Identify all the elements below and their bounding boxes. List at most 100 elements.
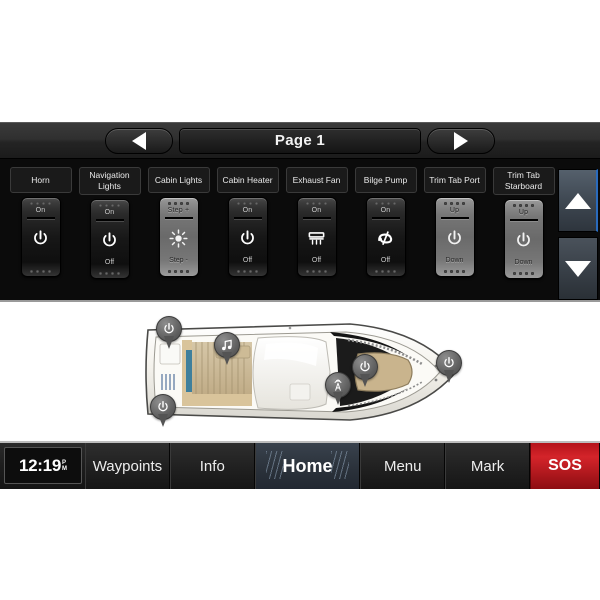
switch-column-trim-tab-starboard: Trim Tab Starboard Up Down [489,167,558,300]
switch-function-icon [93,221,127,259]
nav-button-label: Mark [470,457,505,475]
power-icon [158,401,168,412]
led-row-bottom [237,270,258,273]
nav-button-label: SOS [548,457,582,474]
scroll-down-button[interactable] [558,237,598,300]
rocker-switch-cabin-heater[interactable]: On Off [227,197,268,277]
nav-button-mark[interactable]: Mark [445,443,531,489]
power-icon [517,231,530,246]
rocker-switch-horn[interactable]: On [20,197,61,277]
marine-display-screen: Page 1 Horn On Navigation Lights On Off … [0,0,600,600]
led-row-bottom [306,270,327,273]
switch-function-icon [231,219,265,257]
led-row [237,202,258,205]
triangle-right-icon [454,131,468,150]
pin-tail [360,374,370,387]
boat-top-down-diagram[interactable] [140,316,462,428]
clock-meridiem-bottom: M [61,465,67,472]
nav-button-waypoints[interactable]: Waypoints [85,443,170,489]
nav-button-info[interactable]: Info [169,443,255,489]
switch-column-cabin-lights: Cabin Lights Step + Step - [144,167,213,300]
bottom-navigation-bar: 12:19 P M Waypoints Info Home Menu Mark … [0,441,600,489]
clock-meridiem: P M [62,460,67,472]
boat-diagram-area [0,300,600,440]
switch-column-cabin-heater: Cabin Heater On Off [213,167,282,300]
switch-name-label: Horn [9,167,72,193]
switch-name-label: Exhaust Fan [285,167,348,193]
power-icon [34,229,47,244]
scroll-up-button[interactable] [558,169,598,232]
led-row [99,204,120,207]
switch-name-label: Navigation Lights [78,167,141,195]
switch-bottom-label: Off [380,257,391,264]
nav-button-group: Waypoints Info Home Menu Mark SOS [85,443,600,489]
switch-top-label: On [311,207,322,214]
pin-tail [444,370,454,383]
rocker-switch-exhaust-fan[interactable]: On Off [296,197,337,277]
page-label[interactable]: Page 1 [179,127,421,154]
pin-tail [164,336,174,349]
led-row-bottom [99,272,120,275]
rocker-switch-trim-tab-starboard[interactable]: Up Down [503,199,544,279]
nav-button-label: Home [282,455,333,476]
switch-function-icon [438,219,472,257]
led-row-bottom [444,270,465,273]
switch-bottom-label: Step - [169,257,188,264]
switch-column-list: Horn On Navigation Lights On Off Cabin L… [6,167,558,300]
led-row [513,204,534,207]
nav-button-home[interactable]: Home [254,443,361,489]
switch-panel: Horn On Navigation Lights On Off Cabin L… [0,158,600,300]
pin-aft-power[interactable] [150,394,176,427]
switch-name-label: Cabin Heater [216,167,279,193]
switch-name-label: Trim Tab Starboard [492,167,555,195]
clock-display[interactable]: 12:19 P M [4,447,82,484]
led-row-bottom [168,270,189,273]
switch-function-icon [507,221,541,259]
rocker-switch-navigation-lights[interactable]: On Off [89,199,130,279]
power-icon [241,229,254,244]
switch-bottom-label: Off [104,259,115,266]
vent-fan-icon [308,231,325,245]
switch-bottom-label: Down [445,257,464,264]
bottom-blank-margin [0,489,600,599]
switch-top-label: Up [518,209,529,216]
nav-button-menu[interactable]: Menu [360,443,446,489]
led-row-bottom [30,270,51,273]
switch-column-navigation-lights: Navigation Lights On Off [75,167,144,300]
rocker-switch-trim-tab-port[interactable]: Up Down [434,197,475,277]
pin-bow-area-power[interactable] [156,316,182,349]
switch-name-label: Trim Tab Port [423,167,486,193]
nav-button-label: Waypoints [92,457,163,475]
previous-page-button[interactable] [105,127,173,154]
pin-cockpit-power[interactable] [352,354,378,387]
pin-stereo-music[interactable] [214,332,240,365]
rocker-switch-bilge-pump[interactable]: On Off [365,197,406,277]
pin-antenna[interactable] [325,372,351,405]
led-row [168,202,189,205]
triangle-down-icon [565,260,591,277]
grip-lines-right-icon [331,451,350,479]
switch-top-label: Step + [167,207,190,214]
led-row [444,202,465,205]
nav-button-label: Info [199,457,225,475]
power-icon [444,357,454,368]
led-row-bottom [375,270,396,273]
switch-top-label: On [242,207,253,214]
switch-name-label: Cabin Lights [147,167,210,193]
next-page-button[interactable] [427,127,495,154]
pin-bow-power[interactable] [436,350,462,383]
brightness-icon [169,228,188,248]
power-icon [448,229,461,244]
nav-button-label: Menu [383,457,422,475]
triangle-up-icon [564,192,591,209]
boat-illustration [145,323,458,421]
music-icon [222,339,232,351]
switch-column-horn: Horn On [6,167,75,300]
switch-bottom-label: Off [242,257,253,264]
switch-function-icon [24,219,58,257]
rocker-switch-cabin-lights[interactable]: Step + Step - [158,197,199,277]
pin-tail [333,392,343,405]
grip-lines-left-icon [265,451,284,479]
switch-function-icon [300,219,334,257]
nav-button-sos[interactable]: SOS [530,443,600,489]
